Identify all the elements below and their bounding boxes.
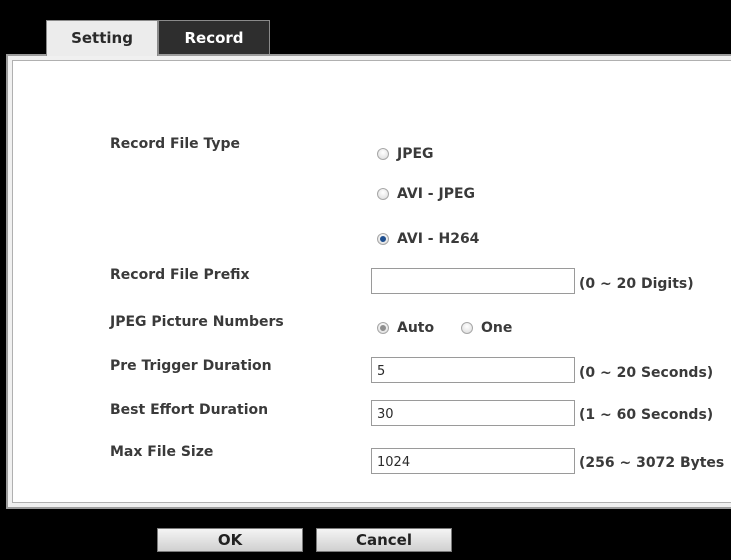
radio-auto[interactable]: Auto <box>377 320 434 336</box>
radio-jpeg-circle[interactable] <box>377 148 389 160</box>
tab-record[interactable]: Record <box>158 20 270 54</box>
best-effort-duration-input[interactable] <box>371 400 575 426</box>
max-file-size-unit: (256 ~ 3072 Bytes <box>579 455 725 471</box>
best-effort-duration-unit: (1 ~ 60 Seconds) <box>579 407 714 423</box>
max-file-size-label: Max File Size <box>110 444 214 460</box>
jpeg-picture-numbers-label: JPEG Picture Numbers <box>110 314 284 330</box>
tab-setting[interactable]: Setting <box>46 20 158 56</box>
radio-jpeg[interactable]: JPEG <box>377 146 434 162</box>
record-file-prefix-label: Record File Prefix <box>110 267 250 283</box>
radio-jpeg-label: JPEG <box>397 146 434 162</box>
radio-avi-h264-circle[interactable] <box>377 233 389 245</box>
cancel-button[interactable]: Cancel <box>316 528 452 552</box>
radio-one-circle[interactable] <box>461 322 473 334</box>
best-effort-duration-label: Best Effort Duration <box>110 402 269 418</box>
record-file-prefix-unit: (0 ~ 20 Digits) <box>579 276 694 292</box>
radio-auto-label: Auto <box>397 320 435 336</box>
radio-avi-h264-label: AVI - H264 <box>397 231 480 247</box>
pre-trigger-duration-input[interactable] <box>371 357 575 383</box>
radio-avi-jpeg-circle[interactable] <box>377 188 389 200</box>
radio-one-label: One <box>481 320 513 336</box>
ok-button[interactable]: OK <box>157 528 303 552</box>
radio-avi-jpeg-label: AVI - JPEG <box>397 186 476 202</box>
radio-avi-jpeg[interactable]: AVI - JPEG <box>377 186 475 202</box>
record-file-type-label: Record File Type <box>110 136 241 152</box>
radio-auto-circle[interactable] <box>377 322 389 334</box>
radio-one[interactable]: One <box>461 320 512 336</box>
record-file-prefix-input[interactable] <box>371 268 575 294</box>
pre-trigger-duration-label: Pre Trigger Duration <box>110 358 272 374</box>
max-file-size-input[interactable] <box>371 448 575 474</box>
radio-avi-h264[interactable]: AVI - H264 <box>377 231 479 247</box>
pre-trigger-duration-unit: (0 ~ 20 Seconds) <box>579 365 714 381</box>
